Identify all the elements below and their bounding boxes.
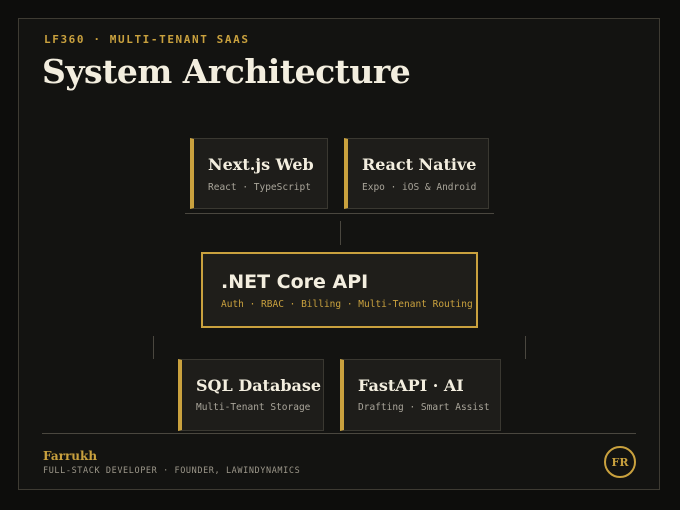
node-name: Next.js Web <box>208 155 314 174</box>
node-features: Auth · RBAC · Billing · Multi-Tenant Rou… <box>221 299 473 310</box>
node-name: FastAPI · AI <box>358 376 464 395</box>
connector-api-fastapi <box>525 336 526 359</box>
client-tier-divider <box>185 213 494 214</box>
footer-divider <box>42 433 636 434</box>
node-tech: Expo · iOS & Android <box>362 182 477 193</box>
node-dotnet-api: .NET Core API Auth · RBAC · Billing · Mu… <box>201 252 478 328</box>
author-role: FULL-STACK DEVELOPER · FOUNDER, LAWINDYN… <box>43 466 301 476</box>
node-nextjs-web: Next.js Web React · TypeScript <box>190 138 328 209</box>
avatar: FR <box>604 446 636 478</box>
node-tech: Drafting · Smart Assist <box>358 402 490 413</box>
connector-clients-api <box>340 221 341 245</box>
eyebrow-label: LF360 · MULTI-TENANT SAAS <box>44 33 250 46</box>
page-title: System Architecture <box>42 52 411 91</box>
node-tech: React · TypeScript <box>208 182 311 193</box>
author-name: Farrukh <box>43 449 98 463</box>
node-name: .NET Core API <box>221 271 369 293</box>
avatar-initials: FR <box>611 455 629 469</box>
node-fastapi-ai: FastAPI · AI Drafting · Smart Assist <box>340 359 501 431</box>
node-name: SQL Database <box>196 376 322 395</box>
connector-api-sql <box>153 336 154 359</box>
node-name: React Native <box>362 155 477 174</box>
node-sql-database: SQL Database Multi-Tenant Storage <box>178 359 324 431</box>
node-tech: Multi-Tenant Storage <box>196 402 311 413</box>
node-react-native: React Native Expo · iOS & Android <box>344 138 489 209</box>
